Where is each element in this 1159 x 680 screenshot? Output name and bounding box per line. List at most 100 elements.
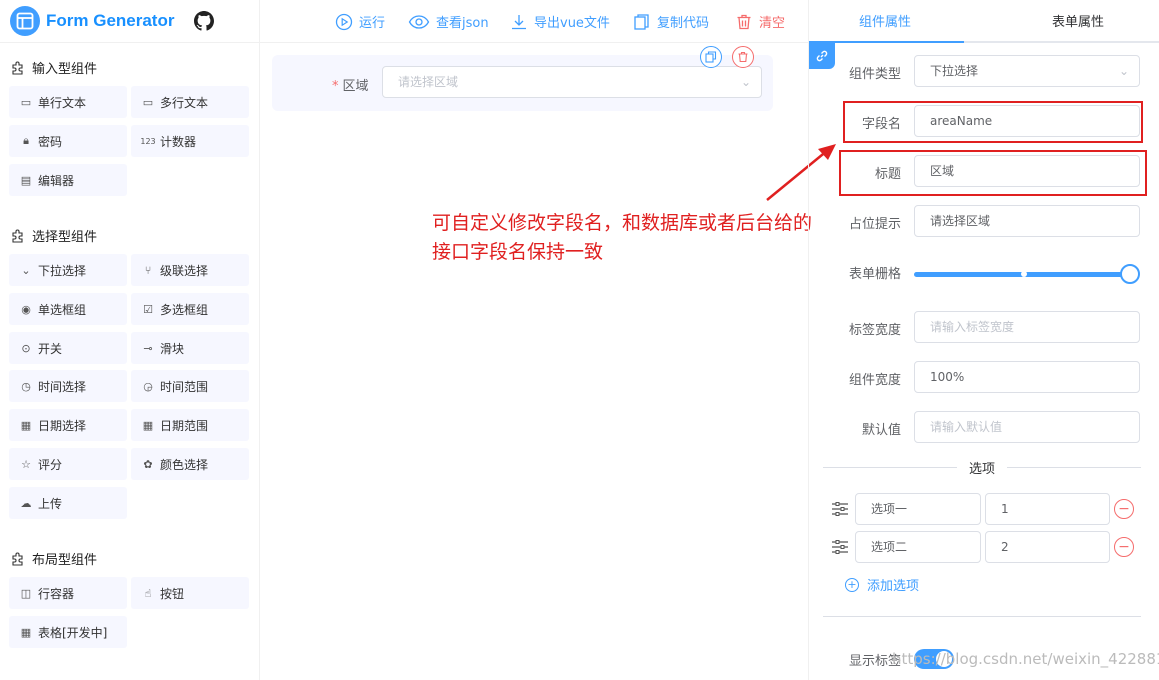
component-table[interactable]: ▦ 表格[开发中] — [9, 616, 127, 648]
option-label-input[interactable]: 选项一 — [855, 493, 981, 525]
copy-icon — [634, 13, 649, 30]
checkbox-icon: ☑ — [143, 302, 153, 316]
group-title-input: 输入型组件 — [0, 58, 97, 77]
play-icon — [335, 13, 353, 30]
span-label: 表单栅格 — [848, 267, 901, 282]
label-width-input[interactable]: 请输入标签宽度 — [914, 311, 1140, 343]
remove-option-icon[interactable]: − — [1114, 537, 1134, 557]
add-option-button[interactable]: + 添加选项 — [845, 575, 919, 594]
default-value-label: 默认值 — [861, 423, 901, 438]
label-width-label: 标签宽度 — [848, 323, 901, 338]
component-select[interactable]: ⌄ 下拉选择 — [9, 254, 127, 286]
logo-icon — [10, 6, 40, 36]
option-label-input[interactable]: 选项二 — [855, 531, 981, 563]
component-sidebar: Form Generator 输入型组件 ▭ 单行文本 ▭ 多行文本 🔒︎ 密码 12… — [0, 0, 260, 680]
component-type-select[interactable]: 下拉选择 ⌄ — [914, 55, 1140, 87]
component-time-range[interactable]: ◶ 时间范围 — [131, 370, 249, 402]
palette-icon: ✿ — [143, 457, 153, 471]
group-title-select: 选择型组件 — [0, 226, 97, 245]
properties-tabs: 组件属性 表单属性 — [809, 0, 1159, 43]
editor-icon: ▤ — [20, 173, 32, 187]
component-editor[interactable]: ▤ 编辑器 — [9, 164, 127, 196]
area-select[interactable]: 请选择区域 ⌄ — [382, 66, 762, 98]
component-color[interactable]: ✿ 颜色选择 — [131, 448, 249, 480]
span-slider-handle[interactable] — [1120, 264, 1140, 284]
clear-button[interactable]: 清空 — [735, 0, 785, 43]
calendar-icon: ▦ — [20, 418, 32, 432]
export-vue-button[interactable]: 导出vue文件 — [510, 0, 610, 43]
puzzle-icon — [12, 552, 23, 566]
history-icon: ◶ — [143, 379, 153, 393]
option-value-input[interactable]: 1 — [985, 493, 1110, 525]
copy-item-button[interactable] — [700, 46, 722, 68]
lock-icon: 🔒︎ — [23, 134, 29, 147]
tab-component-props[interactable]: 组件属性 — [859, 0, 911, 43]
component-slider[interactable]: ⊸ 滑块 — [131, 332, 249, 364]
puzzle-icon — [12, 229, 23, 243]
component-number[interactable]: 123 计数器 — [131, 125, 249, 157]
component-checkbox[interactable]: ☑ 多选框组 — [131, 293, 249, 325]
radio-icon: ◉ — [21, 302, 31, 316]
options-title: 选项 — [957, 458, 1008, 477]
trash-icon — [738, 51, 748, 63]
download-icon — [512, 14, 526, 29]
chevron-down-icon: ⌄ — [1118, 64, 1129, 78]
default-value-input[interactable]: 请输入默认值 — [914, 411, 1140, 443]
counter-icon: 123 — [140, 136, 156, 146]
app-title: Form Generator — [46, 11, 175, 30]
drag-handle-icon[interactable] — [831, 538, 849, 556]
component-textarea[interactable]: ▭ 多行文本 — [131, 86, 249, 118]
remove-option-icon[interactable]: − — [1114, 499, 1134, 519]
span-slider-stop — [1021, 271, 1027, 277]
component-width-input[interactable]: 100% — [914, 361, 1140, 393]
component-time[interactable]: ◷ 时间选择 — [9, 370, 127, 402]
plus-circle-icon: + — [845, 577, 859, 592]
github-icon[interactable] — [194, 11, 215, 31]
logo-bar: Form Generator — [0, 0, 259, 43]
component-cascader[interactable]: ⑂ 级联选择 — [131, 254, 249, 286]
eye-icon — [408, 14, 430, 29]
component-date[interactable]: ▦ 日期选择 — [9, 409, 127, 441]
form-canvas[interactable]: * 区域 请选择区域 ⌄ — [260, 43, 808, 680]
drag-handle-icon[interactable] — [831, 500, 849, 518]
form-item-area[interactable]: * 区域 请选择区域 ⌄ — [272, 55, 773, 111]
trash-icon — [737, 14, 751, 29]
highlight-box-title — [839, 150, 1147, 196]
placeholder-input[interactable]: 请选择区域 — [914, 205, 1140, 237]
switch-icon: ⊙ — [21, 341, 31, 355]
form-item-label: * 区域 — [332, 79, 369, 94]
properties-panel: 组件属性 表单属性 组件类型 下拉选择 ⌄ 字段名 areaName 标题 区域… — [808, 0, 1159, 680]
delete-item-button[interactable] — [732, 46, 754, 68]
toolbar: 运行 查看json 导出vue文件 复制代码 清空 — [260, 0, 808, 43]
component-password[interactable]: 🔒︎ 密码 — [9, 125, 127, 157]
component-date-range[interactable]: ▦ 日期范围 — [131, 409, 249, 441]
option-value-input[interactable]: 2 — [985, 531, 1110, 563]
star-icon: ☆ — [21, 457, 31, 471]
annotation-text: 可自定义修改字段名，和数据库或者后台给的接口字段名保持一致 — [432, 212, 813, 263]
view-json-button[interactable]: 查看json — [408, 0, 489, 43]
copy-code-button[interactable]: 复制代码 — [633, 0, 709, 43]
component-switch[interactable]: ⊙ 开关 — [9, 332, 127, 364]
columns-icon: ◫ — [20, 586, 32, 600]
textarea-icon: ▭ — [142, 95, 154, 109]
chevron-down-icon: ⌄ — [740, 75, 751, 89]
component-upload[interactable]: ☁ 上传 — [9, 487, 127, 519]
placeholder-label: 占位提示 — [848, 217, 901, 232]
watermark: https://blog.csdn.net/weixin_42288182 — [892, 650, 1159, 668]
run-button[interactable]: 运行 — [335, 0, 385, 43]
tab-form-props[interactable]: 表单属性 — [1052, 0, 1104, 43]
cascader-icon: ⑂ — [144, 263, 152, 277]
show-label-label: 显示标签 — [848, 654, 901, 669]
component-width-label: 组件宽度 — [848, 373, 901, 388]
circle-chevron-icon: ⌄ — [21, 263, 31, 277]
component-input[interactable]: ▭ 单行文本 — [9, 86, 127, 118]
component-radio[interactable]: ◉ 单选框组 — [9, 293, 127, 325]
cloud-upload-icon: ☁ — [20, 496, 32, 510]
clock-icon: ◷ — [21, 379, 31, 393]
component-rate[interactable]: ☆ 评分 — [9, 448, 127, 480]
puzzle-icon — [12, 61, 23, 75]
component-row[interactable]: ◫ 行容器 — [9, 577, 127, 609]
copy-icon — [705, 51, 717, 63]
slider-icon: ⊸ — [143, 341, 153, 355]
component-button[interactable]: ☝ 按钮 — [131, 577, 249, 609]
